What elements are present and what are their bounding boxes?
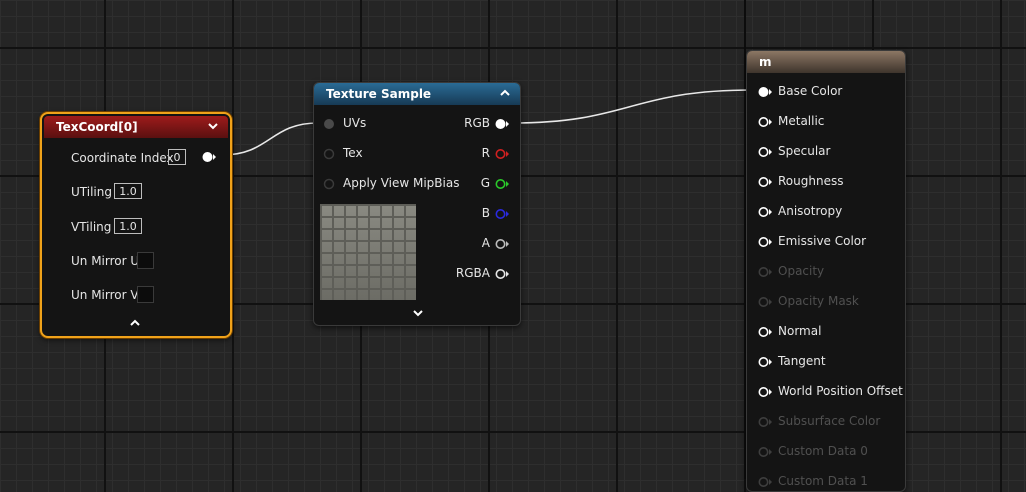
b-output-pin-icon[interactable] (495, 208, 509, 220)
material-pin-row[interactable]: Custom Data 1 (747, 474, 905, 492)
material-input-pin-icon[interactable] (758, 206, 772, 218)
material-pin-row[interactable]: Opacity (747, 264, 905, 282)
material-pin-label: Metallic (778, 114, 825, 128)
material-input-pin-icon[interactable] (758, 86, 772, 98)
material-pin-row[interactable]: Custom Data 0 (747, 444, 905, 462)
chevron-down-icon[interactable] (206, 119, 220, 133)
tex-input-pin-icon[interactable] (323, 148, 337, 160)
texture-sample-title: Texture Sample (326, 87, 432, 101)
un-mirror-v-label: Un Mirror V (71, 288, 139, 302)
material-pin-row[interactable]: Opacity Mask (747, 294, 905, 312)
material-input-pin-icon[interactable] (758, 266, 772, 278)
material-input-pin-icon[interactable] (758, 386, 772, 398)
material-pin-row[interactable]: Metallic (747, 114, 905, 132)
material-pin-row[interactable]: Normal (747, 324, 905, 342)
rgba-output-label: RGBA (455, 266, 490, 280)
rgb-output-label: RGB (464, 116, 490, 130)
material-pin-label: Subsurface Color (778, 414, 881, 428)
coordinate-index-field[interactable]: 0 (168, 149, 186, 165)
wire-coord-to-uvs (221, 122, 319, 156)
material-pin-label: Roughness (778, 174, 844, 188)
mipbias-input-label: Apply View MipBias (343, 176, 460, 190)
material-pin-label: Normal (778, 324, 822, 338)
material-pin-label: Anisotropy (778, 204, 843, 218)
un-mirror-v-checkbox[interactable] (137, 286, 154, 303)
material-pin-row[interactable]: Emissive Color (747, 234, 905, 252)
material-pin-label: Tangent (778, 354, 826, 368)
material-input-pin-icon[interactable] (758, 116, 772, 128)
rgba-output-pin-icon[interactable] (495, 268, 509, 280)
utiling-label: UTiling (71, 185, 112, 199)
material-pin-row[interactable]: Roughness (747, 174, 905, 192)
material-pin-label: Specular (778, 144, 831, 158)
material-input-pin-icon[interactable] (758, 446, 772, 458)
material-pin-label: Custom Data 0 (778, 444, 868, 458)
tex-input-label: Tex (343, 146, 363, 160)
mipbias-input-pin-icon[interactable] (323, 178, 337, 190)
material-input-pin-icon[interactable] (758, 176, 772, 188)
material-pin-label: Opacity (778, 264, 825, 278)
un-mirror-u-checkbox[interactable] (137, 252, 154, 269)
g-output-pin-icon[interactable] (495, 178, 509, 190)
a-output-pin-icon[interactable] (495, 238, 509, 250)
texture-sample-header[interactable]: Texture Sample (314, 83, 520, 105)
material-pin-label: World Position Offset (778, 384, 903, 398)
r-output-label: R (481, 146, 490, 160)
material-title: m (759, 55, 772, 69)
material-input-pin-icon[interactable] (758, 326, 772, 338)
texture-sample-node[interactable]: Texture Sample UVs Tex Apply View MipBia… (313, 82, 521, 326)
coordinate-index-label: Coordinate Index (71, 151, 174, 165)
vtiling-label: VTiling (71, 220, 112, 234)
uvs-input-label: UVs (343, 116, 367, 130)
b-output-label: B (481, 206, 490, 220)
coordinate-output-pin-icon[interactable] (202, 151, 216, 163)
rgb-output-pin-icon[interactable] (495, 118, 509, 130)
material-pin-row[interactable]: Anisotropy (747, 204, 905, 222)
un-mirror-u-label: Un Mirror U (71, 254, 140, 268)
material-result-node[interactable]: m Base Color Metallic Specular Roughness Ani… (746, 50, 906, 492)
material-pin-row[interactable]: Base Color (747, 84, 905, 102)
wire-rgb-to-basecolor (511, 89, 754, 124)
material-pin-label: Base Color (778, 84, 843, 98)
material-pin-label: Opacity Mask (778, 294, 859, 308)
material-pin-label: Emissive Color (778, 234, 867, 248)
material-pin-row[interactable]: World Position Offset (747, 384, 905, 402)
texture-preview-thumbnail (320, 204, 416, 300)
material-input-pin-icon[interactable] (758, 476, 772, 488)
r-output-pin-icon[interactable] (495, 148, 509, 160)
material-input-pin-icon[interactable] (758, 356, 772, 368)
material-input-pin-icon[interactable] (758, 146, 772, 158)
texcoord-title: TexCoord[0] (56, 120, 138, 134)
material-input-pin-icon[interactable] (758, 296, 772, 308)
a-output-label: A (481, 236, 490, 250)
material-pin-row[interactable]: Specular (747, 144, 905, 162)
utiling-field[interactable]: 1.0 (114, 183, 142, 199)
material-header[interactable]: m (747, 51, 905, 73)
material-input-pin-icon[interactable] (758, 416, 772, 428)
chevron-up-icon[interactable] (128, 316, 142, 330)
vtiling-field[interactable]: 1.0 (114, 218, 142, 234)
uvs-input-pin-icon[interactable] (323, 118, 337, 130)
chevron-up-icon[interactable] (498, 86, 512, 100)
material-input-pin-icon[interactable] (758, 236, 772, 248)
material-pin-row[interactable]: Tangent (747, 354, 905, 372)
material-pin-row[interactable]: Subsurface Color (747, 414, 905, 432)
texcoord-header[interactable]: TexCoord[0] (44, 116, 228, 138)
g-output-label: G (480, 176, 490, 190)
texcoord-node[interactable]: TexCoord[0] Coordinate Index 0 UTiling 1… (40, 112, 232, 338)
chevron-down-icon[interactable] (411, 306, 425, 320)
material-pin-label: Custom Data 1 (778, 474, 868, 488)
